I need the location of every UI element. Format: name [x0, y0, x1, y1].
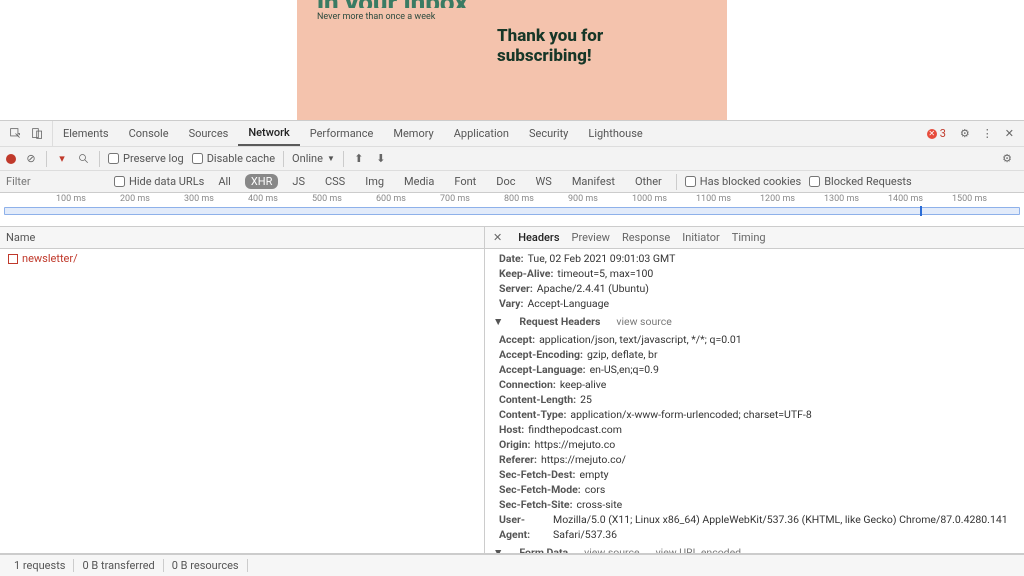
filter-type-other[interactable]: Other	[629, 174, 668, 189]
header-row: Sec-Fetch-Site: cross-site	[485, 497, 1024, 512]
header-row: Accept-Language: en-US,en;q=0.9	[485, 362, 1024, 377]
request-details: ✕ Headers Preview Response Initiator Tim…	[485, 227, 1024, 553]
header-row: Referer: https://mejuto.co/	[485, 452, 1024, 467]
devtools-panel: Elements Console Sources Network Perform…	[0, 120, 1024, 576]
filter-type-font[interactable]: Font	[448, 174, 482, 189]
subscribe-banner: in your inbox Never more than once a wee…	[297, 0, 727, 120]
upload-har-icon[interactable]: ⬆	[352, 152, 366, 166]
filter-type-ws[interactable]: WS	[530, 174, 558, 189]
network-split-view: Name newsletter/ ✕ Headers Preview Respo…	[0, 227, 1024, 554]
filter-type-all[interactable]: All	[212, 174, 237, 189]
network-timeline[interactable]: 100 ms 200 ms 300 ms 400 ms 500 ms 600 m…	[0, 193, 1024, 227]
more-menu-icon[interactable]: ⋮	[976, 127, 999, 140]
details-tabs: ✕ Headers Preview Response Initiator Tim…	[485, 227, 1024, 249]
status-resources: 0 B resources	[164, 559, 248, 572]
filter-type-doc[interactable]: Doc	[490, 174, 521, 189]
tab-performance[interactable]: Performance	[300, 121, 384, 146]
throttling-select[interactable]: Online▼	[292, 152, 335, 165]
tab-network[interactable]: Network	[238, 121, 299, 146]
header-row: Accept: application/json, text/javascrip…	[485, 332, 1024, 347]
tab-security[interactable]: Security	[519, 121, 578, 146]
filter-type-media[interactable]: Media	[398, 174, 440, 189]
column-header-name[interactable]: Name	[0, 227, 484, 249]
record-icon[interactable]	[6, 154, 16, 164]
header-row: Keep-Alive: timeout=5, max=100	[485, 266, 1024, 281]
tab-memory[interactable]: Memory	[383, 121, 443, 146]
request-row-newsletter[interactable]: newsletter/	[0, 249, 484, 268]
status-transferred: 0 B transferred	[74, 559, 163, 572]
filter-type-css[interactable]: CSS	[319, 174, 351, 189]
blocked-cookies-checkbox[interactable]: Has blocked cookies	[685, 175, 801, 188]
form-data-section[interactable]: ▼ Form Data view source view URL encoded	[485, 542, 1024, 553]
settings-gear-icon[interactable]: ⚙	[954, 127, 976, 140]
disable-cache-checkbox[interactable]: Disable cache	[192, 152, 275, 165]
header-row: Date: Tue, 02 Feb 2021 09:01:03 GMT	[485, 251, 1024, 266]
triangle-down-icon: ▼	[493, 545, 503, 553]
page-content: in your inbox Never more than once a wee…	[0, 0, 1024, 120]
timeline-ruler: 100 ms 200 ms 300 ms 400 ms 500 ms 600 m…	[0, 193, 1024, 205]
tab-lighthouse[interactable]: Lighthouse	[578, 121, 652, 146]
banner-subtext: Never more than once a week	[317, 12, 707, 22]
inspect-element-icon[interactable]	[8, 127, 22, 141]
header-row: Host: findthepodcast.com	[485, 422, 1024, 437]
preserve-log-checkbox[interactable]: Preserve log	[108, 152, 184, 165]
request-list: Name newsletter/	[0, 227, 485, 553]
triangle-down-icon: ▼	[493, 314, 503, 329]
tab-response[interactable]: Response	[622, 231, 670, 244]
filter-type-js[interactable]: JS	[286, 174, 311, 189]
tab-console[interactable]: Console	[119, 121, 179, 146]
header-row: Origin: https://mejuto.co	[485, 437, 1024, 452]
filter-type-manifest[interactable]: Manifest	[566, 174, 621, 189]
status-requests: 1 requests	[6, 559, 74, 572]
view-source-link[interactable]: view source	[584, 545, 639, 553]
header-row: User-Agent: Mozilla/5.0 (X11; Linux x86_…	[485, 512, 1024, 542]
network-status-bar: 1 requests 0 B transferred 0 B resources	[0, 554, 1024, 576]
filter-type-img[interactable]: Img	[359, 174, 390, 189]
close-devtools-icon[interactable]: ✕	[999, 127, 1020, 140]
view-url-encoded-link[interactable]: view URL encoded	[656, 545, 742, 553]
network-filter-bar: Hide data URLs All XHR JS CSS Img Media …	[0, 171, 1024, 193]
request-favicon	[8, 254, 18, 264]
header-row: Server: Apache/2.4.41 (Ubuntu)	[485, 281, 1024, 296]
clear-icon[interactable]: ⊘	[24, 152, 38, 166]
header-row: Vary: Accept-Language	[485, 296, 1024, 311]
tab-preview[interactable]: Preview	[572, 231, 610, 244]
network-toolbar: ⊘ ▾ Preserve log Disable cache Online▼ ⬆…	[0, 147, 1024, 171]
console-error-count[interactable]: ✕ 3	[927, 127, 946, 140]
header-row: Content-Type: application/x-www-form-url…	[485, 407, 1024, 422]
filter-input[interactable]	[6, 175, 106, 188]
tab-initiator[interactable]: Initiator	[682, 231, 720, 244]
tab-sources[interactable]: Sources	[179, 121, 239, 146]
devtools-tabs: Elements Console Sources Network Perform…	[0, 121, 1024, 147]
device-toolbar-icon[interactable]	[30, 127, 44, 141]
tab-timing[interactable]: Timing	[732, 231, 766, 244]
hide-data-urls-checkbox[interactable]: Hide data URLs	[114, 175, 204, 188]
header-row: Content-Length: 25	[485, 392, 1024, 407]
header-row: Sec-Fetch-Dest: empty	[485, 467, 1024, 482]
timeline-track	[4, 207, 1020, 215]
header-row: Sec-Fetch-Mode: cors	[485, 482, 1024, 497]
error-icon: ✕	[927, 129, 937, 139]
blocked-requests-checkbox[interactable]: Blocked Requests	[809, 175, 912, 188]
network-settings-gear-icon[interactable]: ⚙	[996, 152, 1018, 165]
search-icon[interactable]	[77, 152, 91, 166]
tab-application[interactable]: Application	[444, 121, 519, 146]
headers-pane[interactable]: Date: Tue, 02 Feb 2021 09:01:03 GMTKeep-…	[485, 249, 1024, 553]
close-details-icon[interactable]: ✕	[493, 231, 506, 244]
banner-heading: in your inbox	[317, 0, 707, 8]
request-headers-section[interactable]: ▼ Request Headers view source	[485, 311, 1024, 332]
timeline-load-marker	[920, 206, 922, 216]
tab-elements[interactable]: Elements	[53, 121, 119, 146]
header-row: Accept-Encoding: gzip, deflate, br	[485, 347, 1024, 362]
filter-type-xhr[interactable]: XHR	[245, 174, 279, 189]
filter-funnel-icon[interactable]: ▾	[55, 152, 69, 166]
header-row: Connection: keep-alive	[485, 377, 1024, 392]
download-har-icon[interactable]: ⬇	[374, 152, 388, 166]
tab-headers[interactable]: Headers	[518, 231, 559, 244]
view-source-link[interactable]: view source	[616, 314, 671, 329]
thank-you-message: Thank you for subscribing!	[497, 26, 603, 67]
